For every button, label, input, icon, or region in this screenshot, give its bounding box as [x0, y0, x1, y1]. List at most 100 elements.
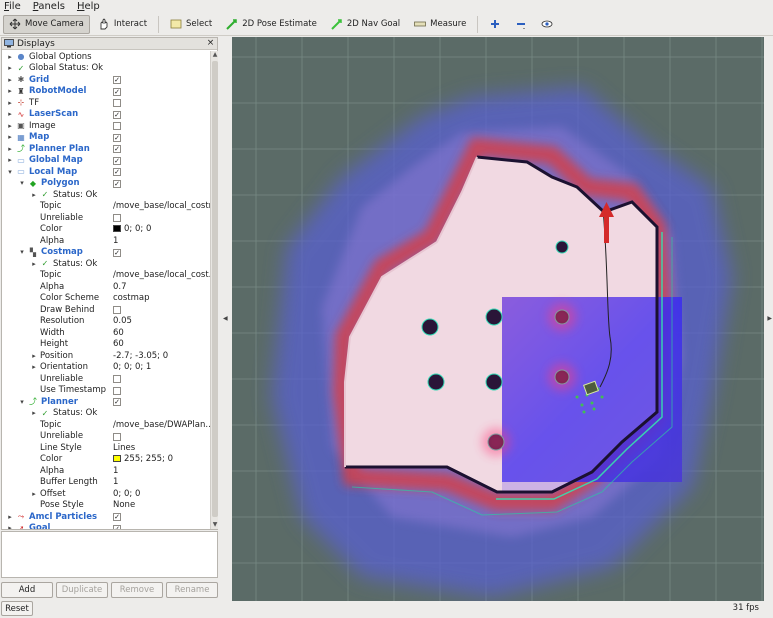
tree-row[interactable]: ▾ ▚ Costmap ✓	[2, 247, 210, 259]
tree-row[interactable]: ▸ ⤳ Amcl Particles ✓	[2, 511, 210, 523]
tree-row[interactable]: ▸ ✱ Grid ✓	[2, 74, 210, 86]
tree-row[interactable]: Draw Behind	[2, 304, 210, 316]
select-button[interactable]: Select	[164, 15, 218, 34]
tree-row[interactable]: Line Style Lines	[2, 442, 210, 454]
tree-row[interactable]: Use Timestamp	[2, 385, 210, 397]
rename-button[interactable]: Rename	[166, 582, 218, 598]
expand-right-icon[interactable]: ▸	[6, 156, 14, 164]
expand-right-icon[interactable]: ▸	[30, 260, 38, 268]
tree-row[interactable]: ▸ ∿ LaserScan ✓	[2, 109, 210, 121]
property-value[interactable]: 1	[113, 477, 210, 487]
add-button[interactable]: Add	[1, 582, 53, 598]
visibility-checkbox[interactable]	[113, 122, 121, 130]
view-tool-button[interactable]	[535, 15, 559, 34]
duplicate-button[interactable]: Duplicate	[56, 582, 108, 598]
expand-right-icon[interactable]: ▸	[30, 352, 38, 360]
measure-button[interactable]: Measure	[408, 15, 472, 34]
tree-row[interactable]: ▸ ▭ Global Map ✓	[2, 155, 210, 167]
expand-right-icon[interactable]: ▸	[6, 76, 14, 84]
visibility-checkbox[interactable]: ✓	[113, 76, 121, 84]
move-camera-button[interactable]: Move Camera	[3, 14, 90, 34]
reset-button[interactable]: Reset	[1, 601, 33, 616]
expand-down-icon[interactable]: ▾	[18, 248, 26, 256]
expand-right-icon[interactable]: ▸	[6, 64, 14, 72]
visibility-checkbox[interactable]: ✓	[113, 398, 121, 406]
visibility-checkbox[interactable]: ✓	[113, 524, 121, 529]
property-value[interactable]: Lines	[113, 443, 210, 453]
tree-row[interactable]: Alpha 0.7	[2, 281, 210, 293]
collapse-left-icon[interactable]: ◀	[223, 315, 228, 322]
property-value[interactable]: 255; 255; 0	[113, 454, 210, 464]
tree-row[interactable]: ▸ ♜ RobotModel ✓	[2, 86, 210, 98]
visibility-checkbox[interactable]	[113, 386, 121, 395]
property-value[interactable]: -2.7; -3.05; 0	[113, 351, 210, 361]
visibility-checkbox[interactable]: ✓	[113, 145, 121, 153]
tree-row[interactable]: ▸ ✓ Global Status: Ok	[2, 63, 210, 75]
property-value[interactable]: None	[113, 500, 210, 510]
tree-row[interactable]: ▸ ➚ Goal ✓	[2, 523, 210, 529]
tree-row[interactable]: ▸ ▦ Map ✓	[2, 132, 210, 144]
tree-row[interactable]: ▸ ✓ Status: Ok	[2, 258, 210, 270]
remove-button[interactable]: Remove	[111, 582, 163, 598]
map-render[interactable]	[232, 37, 764, 601]
tree-row[interactable]: Topic/move_base/local_costm...	[2, 201, 210, 213]
expand-right-icon[interactable]: ▸	[30, 363, 38, 371]
close-icon[interactable]: ×	[206, 39, 215, 48]
expand-right-icon[interactable]: ▸	[30, 191, 38, 199]
tree-row[interactable]: ▸ Orientation 0; 0; 0; 1	[2, 362, 210, 374]
tree-row[interactable]: Resolution 0.05	[2, 316, 210, 328]
expand-down-icon[interactable]: ▾	[6, 168, 14, 176]
tree-row[interactable]: Unreliable	[2, 431, 210, 443]
expand-right-icon[interactable]: ▸	[6, 110, 14, 118]
scroll-down-icon[interactable]: ▼	[211, 521, 219, 529]
visibility-checkbox[interactable]: ✓	[113, 513, 121, 521]
collapse-right-icon[interactable]: ▶	[767, 315, 772, 322]
property-value[interactable]: /move_base/local_costm...	[113, 201, 210, 211]
tree-row[interactable]: Color 255; 255; 0	[2, 454, 210, 466]
property-value[interactable]: 0; 0; 0; 1	[113, 362, 210, 372]
expand-right-icon[interactable]: ▸	[6, 99, 14, 107]
visibility-checkbox[interactable]: ✓	[113, 248, 121, 257]
pose-estimate-button[interactable]: 2D Pose Estimate	[220, 15, 323, 34]
tree-row[interactable]: ▸ ✓ Status: Ok	[2, 408, 210, 420]
tree-row[interactable]: ▸ ⤴ Planner Plan ✓	[2, 143, 210, 155]
expand-right-icon[interactable]: ▸	[6, 87, 14, 95]
displays-scrollbar[interactable]: ▲ ▼	[210, 51, 218, 529]
render-viewport[interactable]	[232, 37, 764, 601]
visibility-checkbox[interactable]	[113, 306, 121, 314]
visibility-checkbox[interactable]: ✓	[113, 133, 121, 142]
tree-row[interactable]: ▸ Position -2.7; -3.05; 0	[2, 350, 210, 362]
expand-right-icon[interactable]: ▸	[30, 490, 38, 498]
visibility-checkbox[interactable]: ✓	[113, 87, 121, 96]
tree-row[interactable]: Alpha 1	[2, 465, 210, 477]
menu-help[interactable]: Help	[77, 1, 100, 12]
property-value[interactable]: 0.05	[113, 316, 210, 326]
expand-right-icon[interactable]: ▸	[6, 122, 14, 130]
visibility-checkbox[interactable]: ✓	[113, 156, 121, 165]
tree-row[interactable]: Color 0; 0; 0	[2, 224, 210, 236]
add-tool-button[interactable]	[483, 15, 507, 34]
tree-row[interactable]: Topic/move_base/local_cost...	[2, 270, 210, 282]
tree-row[interactable]: ▸ ✓ Status: Ok	[2, 189, 210, 201]
property-value[interactable]: costmap	[113, 293, 210, 303]
expand-right-icon[interactable]: ▸	[30, 409, 38, 417]
expand-right-icon[interactable]: ▸	[6, 524, 14, 529]
menu-file[interactable]: File	[4, 1, 21, 12]
tree-row[interactable]: Alpha 1	[2, 235, 210, 247]
property-value[interactable]: /move_base/local_cost...	[113, 270, 210, 280]
tree-row[interactable]: Width 60	[2, 327, 210, 339]
visibility-checkbox[interactable]: ✓	[113, 168, 121, 176]
property-value[interactable]: 60	[113, 328, 210, 338]
tree-row[interactable]: Height 60	[2, 339, 210, 351]
tree-row[interactable]: ▸ ▣ Image	[2, 120, 210, 132]
tree-row[interactable]: ▾ ⤴ Planner ✓	[2, 396, 210, 408]
tree-row[interactable]: ▸ ⊹ TF	[2, 97, 210, 109]
visibility-checkbox[interactable]	[113, 432, 121, 441]
tree-row[interactable]: Topic/move_base/DWAPlan...	[2, 419, 210, 431]
expand-right-icon[interactable]: ▸	[6, 145, 14, 153]
visibility-checkbox[interactable]: ✓	[113, 179, 121, 188]
menu-panels[interactable]: Panels	[33, 1, 65, 12]
expand-right-icon[interactable]: ▸	[6, 53, 14, 61]
expand-down-icon[interactable]: ▾	[18, 179, 26, 187]
expand-down-icon[interactable]: ▾	[18, 398, 26, 406]
